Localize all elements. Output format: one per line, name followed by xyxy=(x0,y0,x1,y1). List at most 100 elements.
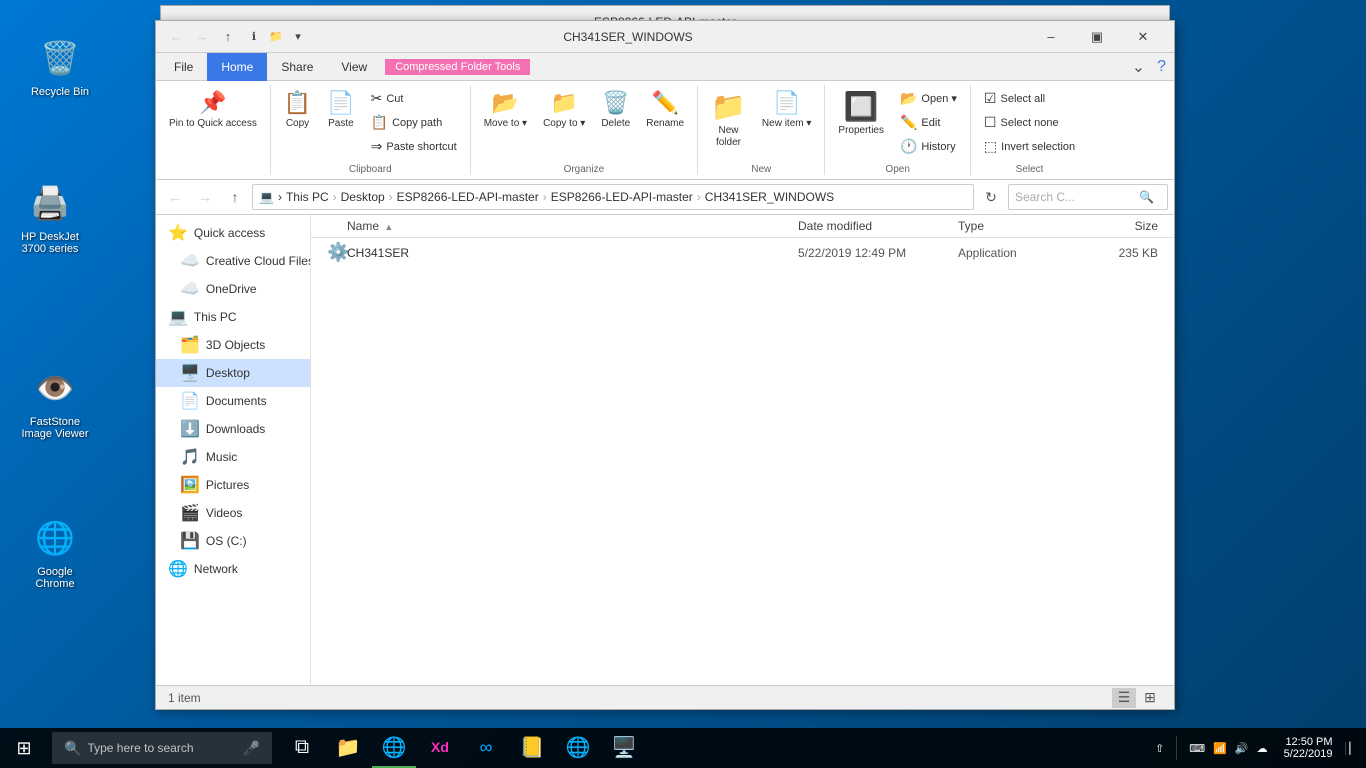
help-ribbon-icon[interactable]: ? xyxy=(1153,58,1170,76)
sidebar-item-os-c[interactable]: 💾 OS (C:) xyxy=(156,527,310,555)
taskbar-app-browser2[interactable]: 🌐 xyxy=(556,728,600,768)
edit-icon: ✏️ xyxy=(900,114,917,131)
taskbar-app-task-view[interactable]: ⧉ xyxy=(280,728,324,768)
breadcrumb-ch341[interactable]: CH341SER_WINDOWS xyxy=(705,190,834,204)
sidebar-item-network[interactable]: 🌐 Network xyxy=(156,555,310,583)
copy-icon: 📋 xyxy=(284,90,311,116)
search-input[interactable] xyxy=(1015,190,1135,204)
back-button[interactable]: ← xyxy=(164,26,188,48)
quick-access-icon: ⭐ xyxy=(168,223,188,243)
start-button[interactable]: ⊞ xyxy=(0,728,48,768)
copy-path-button[interactable]: 📋 Copy path xyxy=(364,111,464,134)
sidebar-item-videos[interactable]: 🎬 Videos xyxy=(156,499,310,527)
edit-button[interactable]: ✏️ Edit xyxy=(893,111,964,134)
forward-button[interactable]: → xyxy=(190,26,214,48)
tray-keyboard[interactable]: ⌨ xyxy=(1189,742,1205,755)
tray-overflow[interactable]: ⇧ xyxy=(1155,742,1164,755)
details-view-button[interactable]: ☰ xyxy=(1112,688,1136,708)
tray-network[interactable]: 📶 xyxy=(1213,742,1227,755)
taskbar-app-file-explorer[interactable]: 📁 xyxy=(326,728,370,768)
invert-selection-button[interactable]: ⬚ Invert selection xyxy=(977,135,1082,158)
sidebar-item-3d-objects[interactable]: 🗂️ 3D Objects xyxy=(156,331,310,359)
pin-group-items: 📌 Pin to Quick access xyxy=(162,85,264,173)
taskbar-app-infinity[interactable]: ∞ xyxy=(464,728,508,768)
nav-back-button[interactable]: ← xyxy=(162,185,188,209)
select-all-button[interactable]: ☑ Select all xyxy=(977,87,1082,110)
large-icons-view-button[interactable]: ⊞ xyxy=(1138,688,1162,708)
paste-button[interactable]: 📄 Paste xyxy=(320,85,361,135)
column-header-size[interactable]: Size xyxy=(1078,219,1158,233)
ribbon-group-organize: 📂 Move to ▾ 📁 Copy to ▾ 🗑️ Delete ✏ xyxy=(471,85,698,175)
close-button[interactable]: ✕ xyxy=(1120,21,1166,53)
taskbar-app-notes[interactable]: 📒 xyxy=(510,728,554,768)
address-bar[interactable]: 💻 › This PC › Desktop › ESP8266-LED-API-… xyxy=(252,184,974,210)
sidebar-item-pictures[interactable]: 🖼️ Pictures xyxy=(156,471,310,499)
show-desktop-button[interactable]: ▏ xyxy=(1345,742,1358,755)
open-button[interactable]: 📂 Open ▾ xyxy=(893,87,964,110)
copy-button[interactable]: 📋 Copy xyxy=(277,85,318,135)
ribbon-content: 📌 Pin to Quick access 📋 Copy xyxy=(156,81,1174,179)
breadcrumb-this-pc[interactable]: This PC xyxy=(286,190,329,204)
properties-button[interactable]: 🔲 Properties xyxy=(831,85,891,142)
tray-volume[interactable]: 🔊 xyxy=(1235,742,1249,755)
delete-button[interactable]: 🗑️ Delete xyxy=(594,85,637,135)
taskbar-search-box[interactable]: 🔍 🎤 xyxy=(52,732,272,764)
taskbar-app-remote[interactable]: 🖥️ xyxy=(602,728,646,768)
sidebar-item-onedrive[interactable]: ☁️ OneDrive xyxy=(156,275,310,303)
tab-home[interactable]: Home xyxy=(207,53,267,81)
desktop-icon-faststone[interactable]: 👁️ FastStone Image Viewer xyxy=(15,360,95,444)
collapse-ribbon-icon[interactable]: ⌄ xyxy=(1124,57,1153,77)
breadcrumb-esp2[interactable]: ESP8266-LED-API-master xyxy=(551,190,693,204)
explorer-main: ⭐ Quick access ☁️ Creative Cloud Files ☁… xyxy=(156,215,1174,685)
minimize-button[interactable]: – xyxy=(1028,21,1074,53)
table-row[interactable]: ⚙️ CH341SER 5/22/2019 12:49 PM Applicati… xyxy=(311,238,1174,268)
move-to-button[interactable]: 📂 Move to ▾ xyxy=(477,85,534,135)
tray-onedrive[interactable]: ☁ xyxy=(1257,742,1268,755)
desktop-icon-chrome[interactable]: 🌐 Google Chrome xyxy=(15,510,95,594)
history-button[interactable]: 🕐 History xyxy=(893,135,964,158)
column-header-type[interactable]: Type xyxy=(958,219,1078,233)
file-list-body[interactable]: ⚙️ CH341SER 5/22/2019 12:49 PM Applicati… xyxy=(311,238,1174,685)
select-none-button[interactable]: ☐ Select none xyxy=(977,111,1082,134)
sidebar-item-this-pc[interactable]: 💻 This PC xyxy=(156,303,310,331)
column-header-date[interactable]: Date modified xyxy=(798,219,958,233)
sidebar-item-creative-cloud[interactable]: ☁️ Creative Cloud Files xyxy=(156,247,310,275)
sidebar-item-quick-access[interactable]: ⭐ Quick access xyxy=(156,219,310,247)
tab-view[interactable]: View xyxy=(327,53,381,81)
tab-share[interactable]: Share xyxy=(267,53,327,81)
ribbon-collapse-btn[interactable]: ⌄ ? xyxy=(1124,57,1170,77)
nav-forward-button[interactable]: → xyxy=(192,185,218,209)
desktop-icon-hp-printer[interactable]: 🖨️ HP DeskJet 3700 series xyxy=(10,175,90,259)
tab-file[interactable]: File xyxy=(160,53,207,81)
compressed-folder-tools-tab[interactable]: Compressed Folder Tools xyxy=(385,59,530,75)
nav-up-button[interactable]: ↑ xyxy=(222,185,248,209)
breadcrumb-esp1[interactable]: ESP8266-LED-API-master xyxy=(397,190,539,204)
ribbon-tabs: File Home Share View Compressed Folder T… xyxy=(156,53,1174,81)
sidebar-item-music[interactable]: 🎵 Music xyxy=(156,443,310,471)
network-icon: 🌐 xyxy=(168,559,188,579)
sidebar-item-desktop[interactable]: 🖥️ Desktop xyxy=(156,359,310,387)
explorer-window: ← → ↑ ℹ 📁 ▾ CH341SER_WINDOWS – ▣ ✕ File xyxy=(155,20,1175,710)
desktop-icon-recycle-bin[interactable]: 🗑️ Recycle Bin xyxy=(20,30,100,102)
taskbar-app-chrome[interactable]: 🌐 xyxy=(372,728,416,768)
refresh-button[interactable]: ↻ xyxy=(978,185,1004,209)
column-header-name[interactable]: Name ▲ xyxy=(347,219,798,233)
copy-to-button[interactable]: 📁 Copy to ▾ xyxy=(536,85,592,135)
breadcrumb-desktop[interactable]: Desktop xyxy=(341,190,385,204)
cut-button[interactable]: ✂ Cut xyxy=(364,87,464,110)
taskbar-search-input[interactable] xyxy=(87,741,242,755)
new-folder-button[interactable]: 📁 Newfolder xyxy=(704,85,753,154)
sidebar-item-downloads[interactable]: ⬇️ Downloads xyxy=(156,415,310,443)
new-item-button[interactable]: 📄 New item ▾ xyxy=(755,85,818,135)
paste-shortcut-button[interactable]: ⇒ Paste shortcut xyxy=(364,135,464,158)
taskbar-clock[interactable]: 12:50 PM 5/22/2019 xyxy=(1284,736,1333,760)
taskbar-app-xd[interactable]: Xd xyxy=(418,728,462,768)
file-area: Name ▲ Date modified Type Size ⚙️ xyxy=(311,215,1174,685)
sidebar-item-documents[interactable]: 📄 Documents xyxy=(156,387,310,415)
organize-label: Organize xyxy=(564,162,605,175)
search-bar[interactable]: 🔍 xyxy=(1008,184,1168,210)
rename-button[interactable]: ✏️ Rename xyxy=(639,85,691,135)
maximize-button[interactable]: ▣ xyxy=(1074,21,1120,53)
pin-to-quick-access-button[interactable]: 📌 Pin to Quick access xyxy=(162,85,264,135)
creative-cloud-icon: ☁️ xyxy=(180,251,200,271)
